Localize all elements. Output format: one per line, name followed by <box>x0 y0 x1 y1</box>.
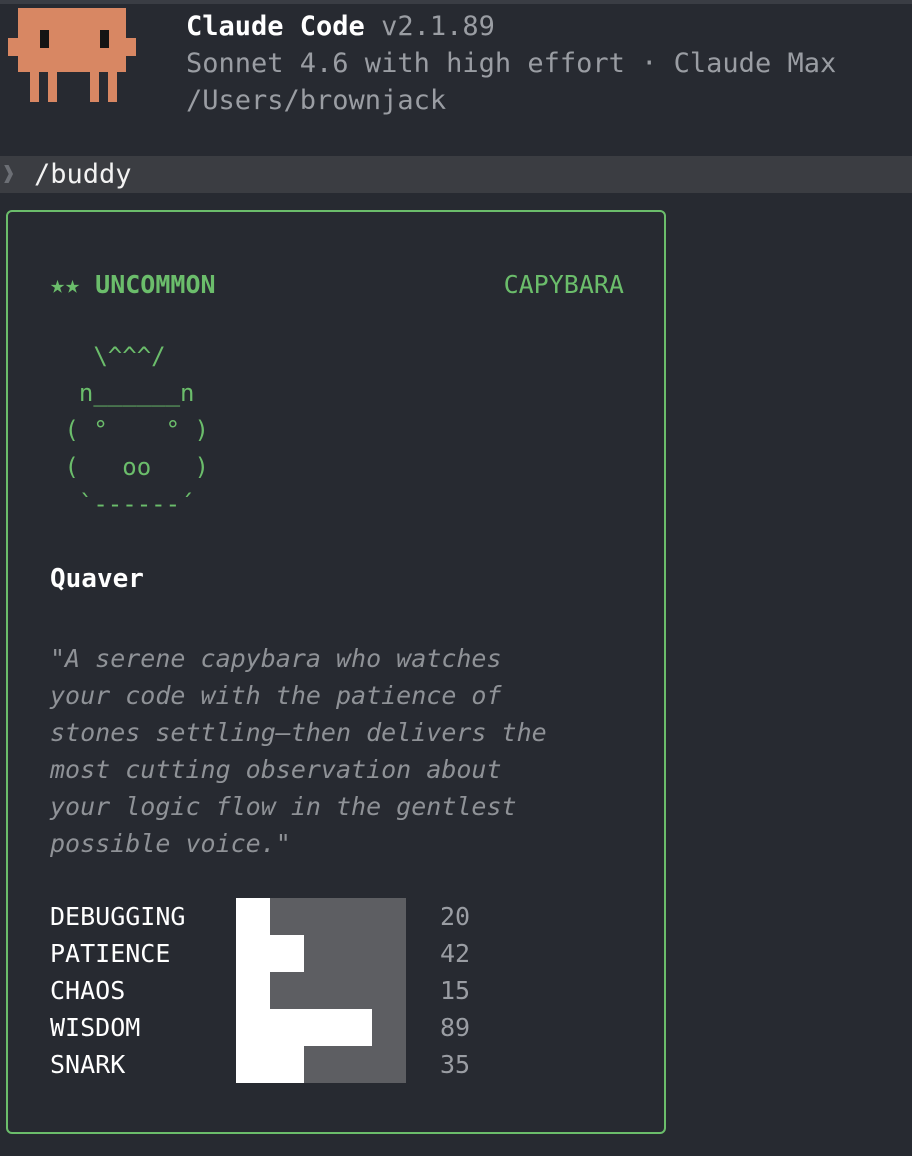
stat-label: CHAOS <box>50 976 126 1005</box>
stat-value: 20 <box>440 902 471 931</box>
stat-bar <box>236 1009 406 1046</box>
buddy-ascii-art: \^^^/ n______n ( ° ° ) ( oo ) `------´ <box>64 342 209 518</box>
buddy-card: ★★ UNCOMMON CAPYBARA \^^^/ n______n ( ° … <box>6 210 666 1134</box>
buddy-name: Quaver <box>50 564 144 594</box>
buddy-description: "A serene capybara who watches your code… <box>50 644 547 858</box>
species-label: CAPYBARA <box>503 270 624 299</box>
stat-row-snark: SNARK 35 <box>50 1046 650 1083</box>
rarity-label: ★★ UNCOMMON <box>50 270 216 299</box>
app-name: Claude Code <box>186 11 365 42</box>
app-title: Claude Code v2.1.89 <box>186 8 495 46</box>
stat-bar-fill <box>236 1009 372 1046</box>
stat-value: 15 <box>440 976 471 1005</box>
app-version: v2.1.89 <box>381 11 495 42</box>
stat-value: 89 <box>440 1013 471 1042</box>
stat-row-patience: PATIENCE 42 <box>50 935 650 972</box>
stat-value: 42 <box>440 939 471 968</box>
stat-bar <box>236 972 406 1009</box>
stat-bar-fill <box>236 935 304 972</box>
command-text: /buddy <box>34 159 132 190</box>
stat-bar-fill <box>236 972 270 1009</box>
stat-label: PATIENCE <box>50 939 171 968</box>
stat-bar-fill <box>236 1046 304 1083</box>
claude-mascot-icon <box>8 8 136 102</box>
working-directory: /Users/brownjack <box>186 85 447 116</box>
command-prompt-line[interactable]: ❱ /buddy <box>0 156 912 193</box>
stat-value: 35 <box>440 1050 471 1079</box>
stats-list: DEBUGGING 20 PATIENCE 42 CHAOS 15 WISDOM… <box>50 898 650 1084</box>
stat-row-wisdom: WISDOM 89 <box>50 1009 650 1046</box>
stat-row-debugging: DEBUGGING 20 <box>50 898 650 935</box>
stat-bar <box>236 1046 406 1083</box>
stat-bar <box>236 935 406 972</box>
prompt-caret-icon: ❱ <box>2 162 16 187</box>
stat-label: DEBUGGING <box>50 902 186 931</box>
stat-row-chaos: CHAOS 15 <box>50 972 650 1009</box>
stat-label: SNARK <box>50 1050 126 1079</box>
window-top-border <box>0 0 912 4</box>
model-info: Sonnet 4.6 with high effort · Claude Max <box>186 48 837 79</box>
stat-bar-fill <box>236 898 270 935</box>
stat-label: WISDOM <box>50 1013 141 1042</box>
stat-bar <box>236 898 406 935</box>
